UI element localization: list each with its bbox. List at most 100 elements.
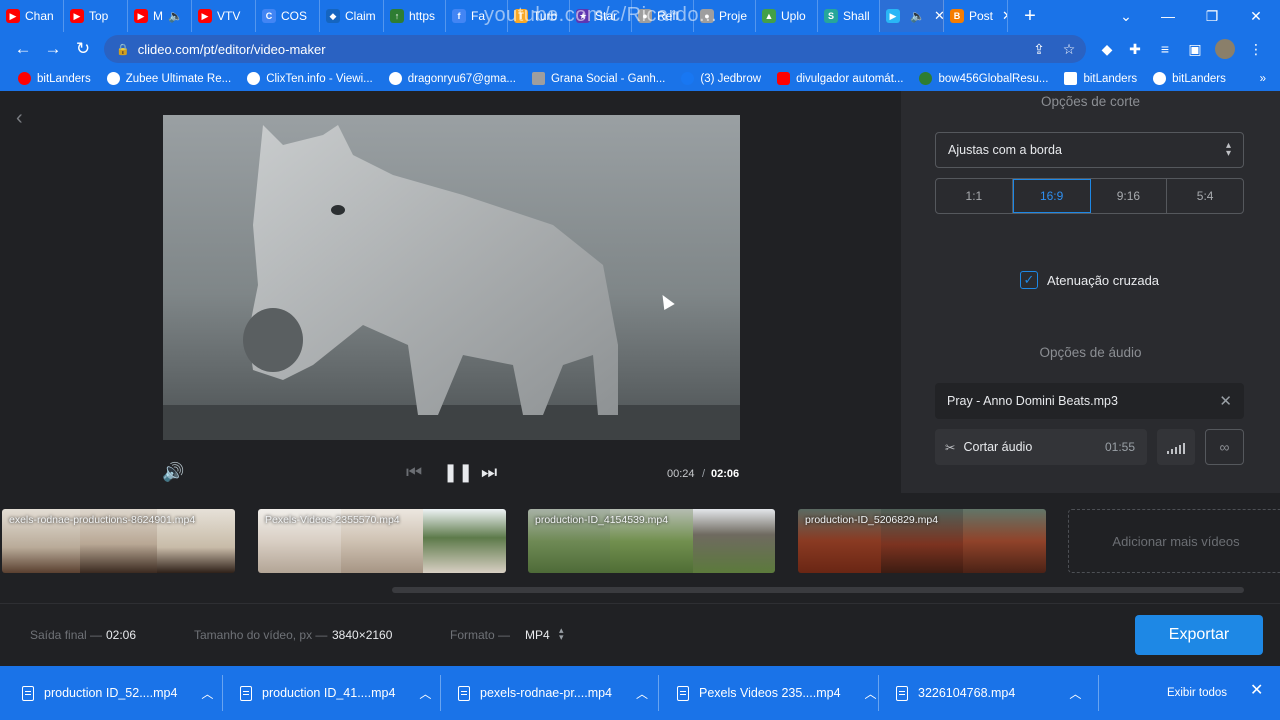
crossfade-option[interactable]: ✓ Atenuação cruzada <box>1020 271 1159 289</box>
bookmark[interactable]: Zubee Ultimate Re... <box>99 72 239 85</box>
updown-chevron-icon[interactable]: ▴ ▾ <box>559 626 564 642</box>
download-item[interactable]: 3226104768.mp4 ︿ <box>896 666 1081 720</box>
bookmark[interactable]: Grana Social - Ganh... <box>524 72 673 85</box>
reload-icon[interactable]: ↻ <box>68 39 98 59</box>
browser-tab[interactable]: BPost✕ <box>944 0 1008 32</box>
clip-name: exels-rodnae-productions-8624901.mp4 <box>9 514 196 526</box>
browser-tab[interactable]: ▶ Top <box>64 0 128 32</box>
restore-button[interactable]: ❐ <box>1192 0 1232 32</box>
crossfade-label: Atenuação cruzada <box>1047 272 1160 288</box>
download-item[interactable]: production ID_52....mp4 ︿ <box>22 666 213 720</box>
bookmark-star-icon[interactable]: ☆ <box>1057 37 1081 61</box>
chevron-up-icon[interactable]: ︿ <box>1069 685 1081 702</box>
browser-tab[interactable]: ★ Star <box>570 0 632 32</box>
globe-icon <box>1153 72 1167 85</box>
file-icon <box>896 685 908 701</box>
globe-icon <box>106 72 120 85</box>
sidebar-icon[interactable]: ▣ <box>1183 37 1207 61</box>
fox-extension-icon[interactable]: ◆ <box>1095 37 1119 61</box>
minimize-button[interactable]: — <box>1148 0 1188 32</box>
video-preview[interactable] <box>163 115 740 440</box>
skip-back-icon[interactable]: ⏮ <box>406 462 422 483</box>
more-bookmarks-icon[interactable]: » <box>1252 73 1280 85</box>
audio-volume-icon[interactable] <box>1157 429 1195 465</box>
media-icon[interactable]: ≡ <box>1153 37 1177 61</box>
timeline-clip[interactable]: production-ID_4154539.mp4 <box>528 509 775 573</box>
browser-tab[interactable]: ▶ M 🔈 <box>128 0 192 32</box>
browser-tab[interactable]: ● Refl <box>632 0 694 32</box>
ratio-1-1[interactable]: 1:1 <box>936 179 1013 213</box>
youtube-icon: ▶ <box>6 9 20 23</box>
grana-icon <box>531 72 545 85</box>
browser-tab[interactable]: f Fa <box>446 0 508 32</box>
bookmark[interactable]: bow456GlobalResu... <box>911 72 1056 85</box>
fa-icon: f <box>452 9 466 23</box>
bookmark[interactable]: ClixTen.info - Viewi... <box>239 72 381 85</box>
pause-icon[interactable]: ❚❚ <box>443 462 473 483</box>
chevron-up-icon[interactable]: ︿ <box>636 685 648 702</box>
browser-tab[interactable]: ▲ Uplo <box>756 0 818 32</box>
browser-tab[interactable]: ● Proje <box>694 0 756 32</box>
bookmark[interactable]: dragonryu67@gma... <box>381 72 524 85</box>
updown-chevron-icon: ▴ ▾ <box>1225 140 1231 159</box>
skip-forward-icon[interactable]: ⏭ <box>481 462 497 483</box>
bookmark[interactable]: divulgador automát... <box>769 72 911 85</box>
menu-icon[interactable]: ⋮ <box>1244 37 1268 61</box>
ratio-16-9[interactable]: 16:9 <box>1012 179 1091 213</box>
close-tab-icon[interactable]: ✕ <box>1002 8 1007 24</box>
timeline-clip[interactable]: production-ID_5206829.mp4 <box>798 509 1046 573</box>
bookmark[interactable]: bitLanders <box>1056 72 1145 85</box>
extensions-icon[interactable]: ✚ <box>1123 37 1147 61</box>
bookmark[interactable]: bitLanders <box>1145 72 1234 85</box>
tab-search-icon[interactable]: ⌄ <box>1106 0 1146 32</box>
timeline-clip[interactable]: exels-rodnae-productions-8624901.mp4 <box>2 509 235 573</box>
forward-arrow-icon[interactable]: → <box>38 39 68 59</box>
close-window-button[interactable]: ✕ <box>1236 0 1276 32</box>
show-all-downloads-button[interactable]: Exibir todos <box>1156 678 1238 708</box>
new-tab-button[interactable]: + <box>1018 5 1042 28</box>
close-tab-icon[interactable]: ✕ <box>934 8 943 24</box>
crop-mode-select[interactable]: Ajustas com a borda ▴ ▾ <box>935 132 1244 168</box>
share-icon[interactable]: ⇪ <box>1027 37 1051 61</box>
arrow-up-icon: ↑ <box>390 9 404 23</box>
bookmark[interactable]: (3) Jedbrow <box>673 72 769 85</box>
download-item[interactable]: production ID_41....mp4 ︿ <box>240 666 431 720</box>
chevron-left-icon[interactable]: ‹ <box>16 107 23 130</box>
browser-tab-active[interactable]: ▶ 🔈 ✕ <box>880 0 944 32</box>
address-bar[interactable]: 🔒 clideo.com/pt/editor/video-maker <box>104 35 1086 63</box>
bookmark[interactable]: bitLanders <box>10 72 99 85</box>
browser-tab[interactable]: C COS <box>256 0 320 32</box>
browser-tab[interactable]: ↑ https <box>384 0 446 32</box>
size-label: Tamanho do vídeo, px — <box>194 628 328 642</box>
cut-audio-button[interactable]: ✂ Cortar áudio 01:55 <box>935 429 1147 465</box>
browser-tab[interactable]: T Turb <box>508 0 570 32</box>
ratio-5-4[interactable]: 5:4 <box>1167 179 1243 213</box>
remove-audio-icon[interactable]: ✕ <box>1219 392 1232 410</box>
timeline-scrollbar[interactable] <box>392 587 1244 593</box>
speaker-icon: 🔈 <box>910 9 925 23</box>
volume-icon[interactable]: 🔊 <box>162 462 184 483</box>
download-item[interactable]: pexels-rodnae-pr....mp4 ︿ <box>458 666 648 720</box>
ratio-9-16[interactable]: 9:16 <box>1091 179 1168 213</box>
browser-tab[interactable]: ◆ Claim <box>320 0 384 32</box>
browser-tab[interactable]: S Shall <box>818 0 880 32</box>
add-more-videos-button[interactable]: Adicionar mais vídeos <box>1068 509 1280 573</box>
output-label: Saída final — <box>30 628 103 642</box>
timeline-clip[interactable]: Pexels-Videos-2355570.mp4 <box>258 509 506 573</box>
close-downloads-icon[interactable]: ✕ <box>1250 680 1263 700</box>
export-button[interactable]: Exportar <box>1135 615 1263 655</box>
download-item[interactable]: Pexels Videos 235....mp4 ︿ <box>677 666 877 720</box>
timeline: exels-rodnae-productions-8624901.mp4 Pex… <box>0 493 1280 603</box>
crossfade-checkbox[interactable]: ✓ <box>1020 271 1038 289</box>
clip-name: production-ID_5206829.mp4 <box>805 514 939 526</box>
browser-tab[interactable]: ▶ Chan <box>0 0 64 32</box>
chevron-up-icon[interactable]: ︿ <box>865 685 877 702</box>
format-select[interactable]: MP4 <box>525 628 550 642</box>
browser-tab[interactable]: ▶ VTV <box>192 0 256 32</box>
avatar[interactable] <box>1213 37 1237 61</box>
youtube-icon <box>777 72 791 85</box>
chevron-up-icon[interactable]: ︿ <box>419 685 431 702</box>
chevron-up-icon[interactable]: ︿ <box>201 685 213 702</box>
back-arrow-icon[interactable]: ← <box>8 39 38 59</box>
loop-icon[interactable]: ∞ <box>1205 429 1244 465</box>
